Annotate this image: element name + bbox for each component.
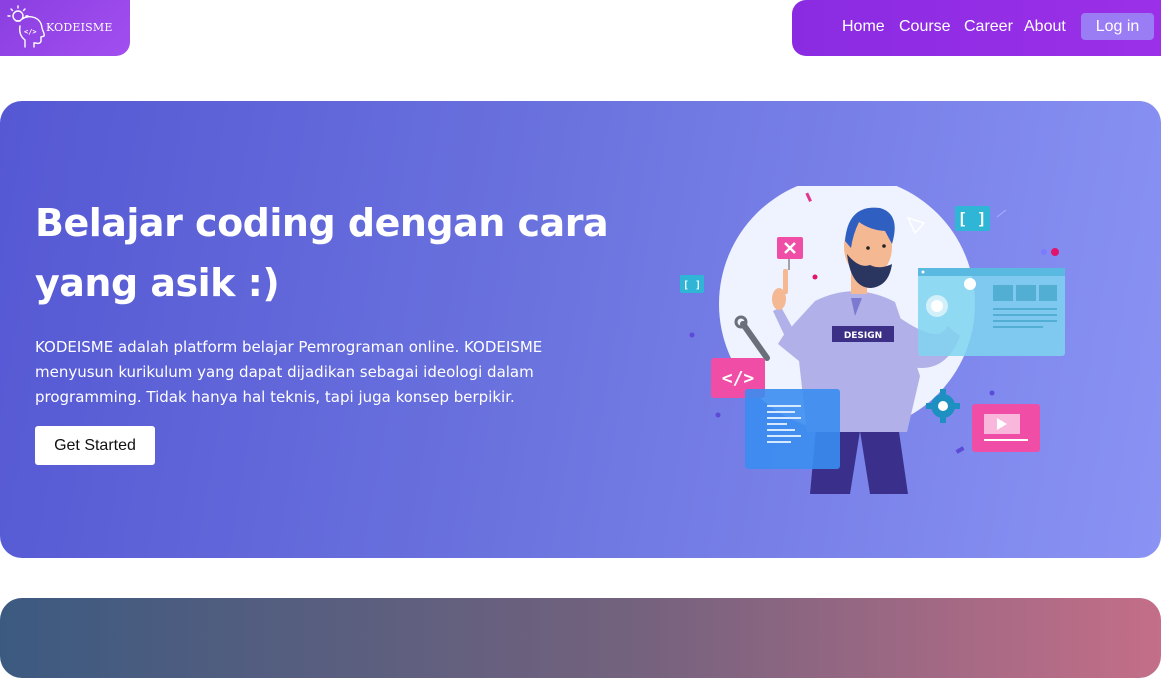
svg-text:[ ]: [ ]	[958, 209, 987, 228]
login-button[interactable]: Log in	[1081, 13, 1154, 40]
video-play-icon	[972, 404, 1040, 452]
hero-title-line-1: Belajar coding dengan cara	[35, 201, 609, 245]
browser-window-icon	[918, 268, 1065, 356]
hero-description: KODEISME adalah platform belajar Pemrogr…	[35, 335, 595, 410]
hero-description-line-1: KODEISME adalah platform belajar Pemrogr…	[35, 338, 543, 356]
hero-title: Belajar coding dengan cara yang asik :)	[35, 193, 635, 313]
top-navigation: Home Course Career About Log in	[792, 0, 1161, 56]
hero-section: Belajar coding dengan cara yang asik :) …	[0, 101, 1161, 558]
nav-link-home[interactable]: Home	[842, 18, 885, 36]
svg-text:</>: </>	[722, 368, 755, 389]
logo[interactable]: </> KODEISME	[0, 0, 130, 56]
bracket-box-icon: [ ]	[955, 206, 990, 231]
nav-link-career[interactable]: Career	[964, 18, 1013, 36]
nav-link-about[interactable]: About	[1024, 18, 1066, 36]
hero-description-line-3: programming. Tidak hanya hal teknis, tap…	[35, 388, 515, 406]
brand-name: KODEISME	[46, 21, 113, 34]
svg-text:DESIGN: DESIGN	[844, 331, 882, 341]
bracket-small-icon: [ ]	[680, 275, 704, 293]
document-icon	[745, 389, 840, 469]
hero-description-line-2: menyusun kurikulum yang dapat dijadikan …	[35, 363, 534, 381]
hero-title-line-2: yang asik :)	[35, 261, 280, 305]
hero-illustration: [ ] [ ] DESIGN </>	[680, 186, 1065, 494]
nav-link-course[interactable]: Course	[899, 18, 951, 36]
next-section	[0, 598, 1161, 678]
bulb-head-code-icon: </>	[7, 5, 45, 48]
svg-text:</>: </>	[24, 28, 37, 36]
get-started-button[interactable]: Get Started	[35, 426, 155, 465]
svg-text:[ ]: [ ]	[683, 280, 701, 291]
